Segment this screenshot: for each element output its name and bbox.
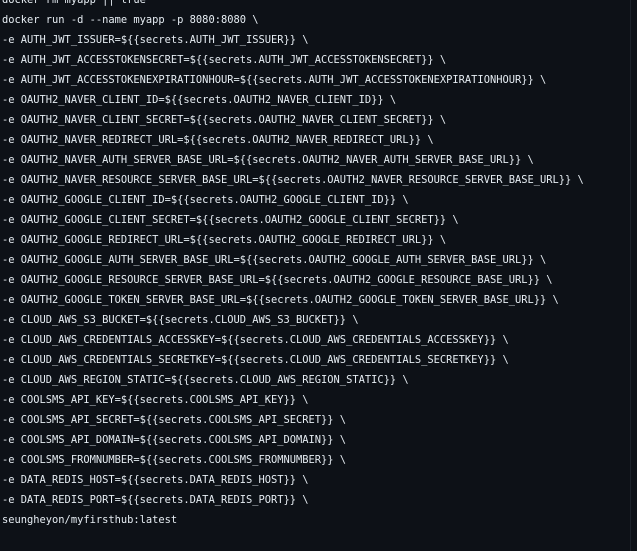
code-line: -e CLOUD_AWS_CREDENTIALS_SECRETKEY=${{se… <box>2 354 509 366</box>
code-line: -e OAUTH2_GOOGLE_CLIENT_SECRET=${{secret… <box>2 214 459 226</box>
code-line: -e OAUTH2_NAVER_RESOURCE_SERVER_BASE_URL… <box>2 174 584 186</box>
code-line: -e COOLSMS_FROMNUMBER=${{secrets.COOLSMS… <box>2 454 347 466</box>
vertical-scrollbar[interactable] <box>630 0 637 551</box>
code-line: -e DATA_REDIS_PORT=${{secrets.DATA_REDIS… <box>2 494 309 506</box>
code-line: -e AUTH_JWT_ACCESSTOKENSECRET=${{secrets… <box>2 54 447 66</box>
code-line: -e OAUTH2_GOOGLE_CLIENT_ID=${{secrets.OA… <box>2 194 409 206</box>
code-line: -e OAUTH2_NAVER_CLIENT_ID=${{secrets.OAU… <box>2 94 397 106</box>
code-line: -e AUTH_JWT_ACCESSTOKENEXPIRATIONHOUR=${… <box>2 74 547 86</box>
code-line: -e COOLSMS_API_DOMAIN=${{secrets.COOLSMS… <box>2 434 347 446</box>
code-line: -e OAUTH2_NAVER_REDIRECT_URL=${{secrets.… <box>2 134 434 146</box>
code-line: -e OAUTH2_GOOGLE_RESOURCE_SERVER_BASE_UR… <box>2 274 553 286</box>
code-line: -e AUTH_JWT_ISSUER=${{secrets.AUTH_JWT_I… <box>2 34 309 46</box>
code-line: -e CLOUD_AWS_CREDENTIALS_ACCESSKEY=${{se… <box>2 334 509 346</box>
code-line: docker rm myapp || true <box>2 0 146 6</box>
code-line: -e DATA_REDIS_HOST=${{secrets.DATA_REDIS… <box>2 474 309 486</box>
code-line: seungheyon/myfirsthub:latest <box>2 514 178 526</box>
code-block: docker rm myapp || true docker run -d --… <box>2 0 584 530</box>
code-line: -e CLOUD_AWS_REGION_STATIC=${{secrets.CL… <box>2 374 409 386</box>
code-line: -e OAUTH2_NAVER_AUTH_SERVER_BASE_URL=${{… <box>2 154 534 166</box>
code-line: -e OAUTH2_NAVER_CLIENT_SECRET=${{secrets… <box>2 114 447 126</box>
code-line: -e COOLSMS_API_KEY=${{secrets.COOLSMS_AP… <box>2 394 309 406</box>
code-line: -e CLOUD_AWS_S3_BUCKET=${{secrets.CLOUD_… <box>2 314 359 326</box>
editor-bottom-margin <box>0 539 630 551</box>
code-line: -e OAUTH2_GOOGLE_TOKEN_SERVER_BASE_URL=$… <box>2 294 559 306</box>
code-line: -e OAUTH2_GOOGLE_AUTH_SERVER_BASE_URL=${… <box>2 254 547 266</box>
code-line: docker run -d --name myapp -p 8080:8080 … <box>2 14 259 26</box>
code-line: -e COOLSMS_API_SECRET=${{secrets.COOLSMS… <box>2 414 347 426</box>
code-line: -e OAUTH2_GOOGLE_REDIRECT_URL=${{secrets… <box>2 234 447 246</box>
code-editor: docker rm myapp || true docker run -d --… <box>0 0 630 539</box>
